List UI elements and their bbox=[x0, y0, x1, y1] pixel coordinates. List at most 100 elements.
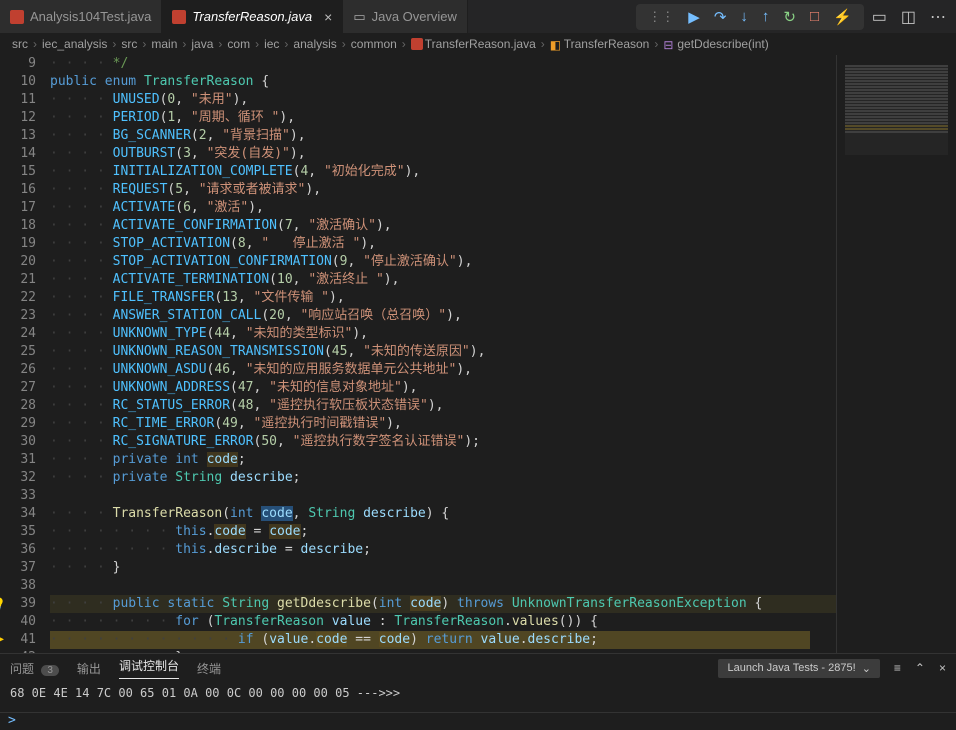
line-number[interactable]: 21 bbox=[0, 271, 36, 289]
line-number[interactable]: 20 bbox=[0, 253, 36, 271]
code-line[interactable]: · · · · UNUSED(0, "未用"), bbox=[50, 91, 956, 109]
code-line[interactable]: · · · · UNKNOWN_ASDU(46, "未知的应用服务数据单元公共地… bbox=[50, 361, 956, 379]
restart-button[interactable]: ↻ bbox=[783, 8, 796, 26]
tab-transferreason[interactable]: TransferReason.java × bbox=[162, 0, 343, 33]
code-line[interactable] bbox=[50, 487, 956, 505]
code-line[interactable]: · · · · private int code; bbox=[50, 451, 956, 469]
line-number[interactable]: 22 bbox=[0, 289, 36, 307]
code-line[interactable]: · · · · FILE_TRANSFER(13, "文件传输 "), bbox=[50, 289, 956, 307]
breadcrumb-part[interactable]: analysis bbox=[293, 37, 336, 51]
hot-replace-button[interactable]: ⚡ bbox=[833, 8, 852, 26]
line-number[interactable]: 40 bbox=[0, 613, 36, 631]
code-editor[interactable]: 9101112131415161718192021222324252627282… bbox=[0, 55, 956, 653]
code-line[interactable]: · · · · ACTIVATE(6, "激活"), bbox=[50, 199, 956, 217]
close-icon[interactable]: × bbox=[324, 9, 332, 25]
code-line[interactable]: · · · · · · · · · · · · if (value.code =… bbox=[50, 631, 956, 649]
panel-tab-output[interactable]: 输出 bbox=[77, 660, 101, 677]
code-line[interactable]: · · · · REQUEST(5, "请求或者被请求"), bbox=[50, 181, 956, 199]
line-number[interactable]: 18 bbox=[0, 217, 36, 235]
breadcrumb-part[interactable]: com bbox=[227, 37, 250, 51]
line-number[interactable]: 33 bbox=[0, 487, 36, 505]
line-number[interactable]: 36 bbox=[0, 541, 36, 559]
code-line[interactable]: · · · · UNKNOWN_TYPE(44, "未知的类型标识"), bbox=[50, 325, 956, 343]
line-number[interactable]: 38 bbox=[0, 577, 36, 595]
step-out-button[interactable]: ↑ bbox=[762, 8, 770, 25]
stop-button[interactable]: □ bbox=[810, 8, 819, 25]
split-editor-icon[interactable]: ◫ bbox=[901, 7, 916, 27]
line-number[interactable]: 31 bbox=[0, 451, 36, 469]
breadcrumb-part[interactable]: iec_analysis bbox=[42, 37, 107, 51]
lightbulb-icon[interactable]: 💡 bbox=[0, 595, 6, 613]
step-into-button[interactable]: ↓ bbox=[740, 8, 748, 25]
line-number[interactable]: 35 bbox=[0, 523, 36, 541]
breadcrumb-part[interactable]: common bbox=[351, 37, 397, 51]
line-number[interactable]: 16 bbox=[0, 181, 36, 199]
debug-toolbar[interactable]: ⋮⋮ ▶ ↷ ↓ ↑ ↻ □ ⚡ bbox=[636, 4, 863, 30]
code-line[interactable]: · · · · RC_SIGNATURE_ERROR(50, "遥控执行数字签名… bbox=[50, 433, 956, 451]
line-number[interactable]: 41▶ bbox=[0, 631, 36, 649]
code-line[interactable]: · · · · */ bbox=[50, 55, 956, 73]
breadcrumb-symbol[interactable]: TransferReason bbox=[564, 37, 650, 51]
tab-java-overview[interactable]: ▭ Java Overview bbox=[343, 0, 468, 33]
line-number[interactable]: 15 bbox=[0, 163, 36, 181]
line-number[interactable]: 27 bbox=[0, 379, 36, 397]
book-icon[interactable]: ▭ bbox=[872, 7, 887, 27]
step-over-button[interactable]: ↷ bbox=[714, 8, 727, 26]
breadcrumb-part[interactable]: src bbox=[12, 37, 28, 51]
debug-console-output[interactable]: 68 0E 4E 14 7C 00 65 01 0A 00 0C 00 00 0… bbox=[0, 682, 956, 704]
code-line[interactable]: · · · · RC_STATUS_ERROR(48, "遥控执行软压板状态错误… bbox=[50, 397, 956, 415]
code-line[interactable]: · · · · UNKNOWN_REASON_TRANSMISSION(45, … bbox=[50, 343, 956, 361]
close-icon[interactable]: × bbox=[939, 661, 946, 675]
debug-console-input[interactable]: > bbox=[0, 712, 956, 730]
breadcrumb-method[interactable]: getDdescribe(int) bbox=[677, 37, 768, 51]
line-number[interactable]: 14 bbox=[0, 145, 36, 163]
more-icon[interactable]: ⋯ bbox=[930, 7, 946, 27]
line-number[interactable]: 32 bbox=[0, 469, 36, 487]
minimap[interactable] bbox=[836, 55, 956, 653]
breadcrumb-part[interactable]: main bbox=[151, 37, 177, 51]
code-line[interactable]: · · · · } bbox=[50, 559, 956, 577]
line-number[interactable]: 30 bbox=[0, 433, 36, 451]
line-number[interactable]: 9 bbox=[0, 55, 36, 73]
line-number[interactable]: 19 bbox=[0, 235, 36, 253]
code-line[interactable]: · · · · RC_TIME_ERROR(49, "遥控执行时间戳错误"), bbox=[50, 415, 956, 433]
line-number[interactable]: 34 bbox=[0, 505, 36, 523]
continue-button[interactable]: ▶ bbox=[688, 8, 700, 26]
breadcrumb-part[interactable]: iec bbox=[264, 37, 279, 51]
code-line[interactable]: · · · · private String describe; bbox=[50, 469, 956, 487]
line-number[interactable]: 11 bbox=[0, 91, 36, 109]
line-number[interactable]: 10 bbox=[0, 73, 36, 91]
panel-tab-debug-console[interactable]: 调试控制台 bbox=[119, 657, 179, 679]
line-number[interactable]: 12 bbox=[0, 109, 36, 127]
breadcrumb[interactable]: src› iec_analysis› src› main› java› com›… bbox=[0, 33, 956, 55]
code-line[interactable]: · · · · ACTIVATE_CONFIRMATION(7, "激活确认")… bbox=[50, 217, 956, 235]
code-line[interactable] bbox=[50, 577, 956, 595]
line-number[interactable]: 25 bbox=[0, 343, 36, 361]
panel-tab-terminal[interactable]: 终端 bbox=[197, 660, 221, 677]
code-line[interactable]: · · · · ANSWER_STATION_CALL(20, "响应站召唤（总… bbox=[50, 307, 956, 325]
line-number[interactable]: 28 bbox=[0, 397, 36, 415]
line-number[interactable]: 24 bbox=[0, 325, 36, 343]
code-line[interactable]: · · · · STOP_ACTIVATION_CONFIRMATION(9, … bbox=[50, 253, 956, 271]
launch-config-select[interactable]: Launch Java Tests - 2875! ⌄ bbox=[718, 659, 879, 678]
code-line[interactable]: · · · · UNKNOWN_ADDRESS(47, "未知的信息对象地址")… bbox=[50, 379, 956, 397]
chevron-up-icon[interactable]: ⌃ bbox=[915, 661, 925, 675]
code-line[interactable]: · · · · · · · · this.describe = describe… bbox=[50, 541, 956, 559]
code-line[interactable]: · · · · · · · · for (TransferReason valu… bbox=[50, 613, 956, 631]
breadcrumb-part[interactable]: src bbox=[121, 37, 137, 51]
code-line[interactable]: · · · · public static String getDdescrib… bbox=[50, 595, 956, 613]
tab-analysis104test[interactable]: Analysis104Test.java bbox=[0, 0, 162, 33]
code-line[interactable]: · · · · ACTIVATE_TERMINATION(10, "激活终止 "… bbox=[50, 271, 956, 289]
code-area[interactable]: · · · · */public enum TransferReason {· … bbox=[50, 55, 956, 653]
code-line[interactable]: · · · · STOP_ACTIVATION(8, " 停止激活 "), bbox=[50, 235, 956, 253]
code-line[interactable]: public enum TransferReason { bbox=[50, 73, 956, 91]
line-number[interactable]: 26 bbox=[0, 361, 36, 379]
line-number[interactable]: 13 bbox=[0, 127, 36, 145]
line-number[interactable]: 37 bbox=[0, 559, 36, 577]
code-line[interactable]: · · · · TransferReason(int code, String … bbox=[50, 505, 956, 523]
code-line[interactable]: · · · · INITIALIZATION_COMPLETE(4, "初始化完… bbox=[50, 163, 956, 181]
line-number[interactable]: 17 bbox=[0, 199, 36, 217]
line-number[interactable]: 23 bbox=[0, 307, 36, 325]
breadcrumb-file[interactable]: TransferReason.java bbox=[425, 37, 536, 51]
line-gutter[interactable]: 9101112131415161718192021222324252627282… bbox=[0, 55, 50, 653]
